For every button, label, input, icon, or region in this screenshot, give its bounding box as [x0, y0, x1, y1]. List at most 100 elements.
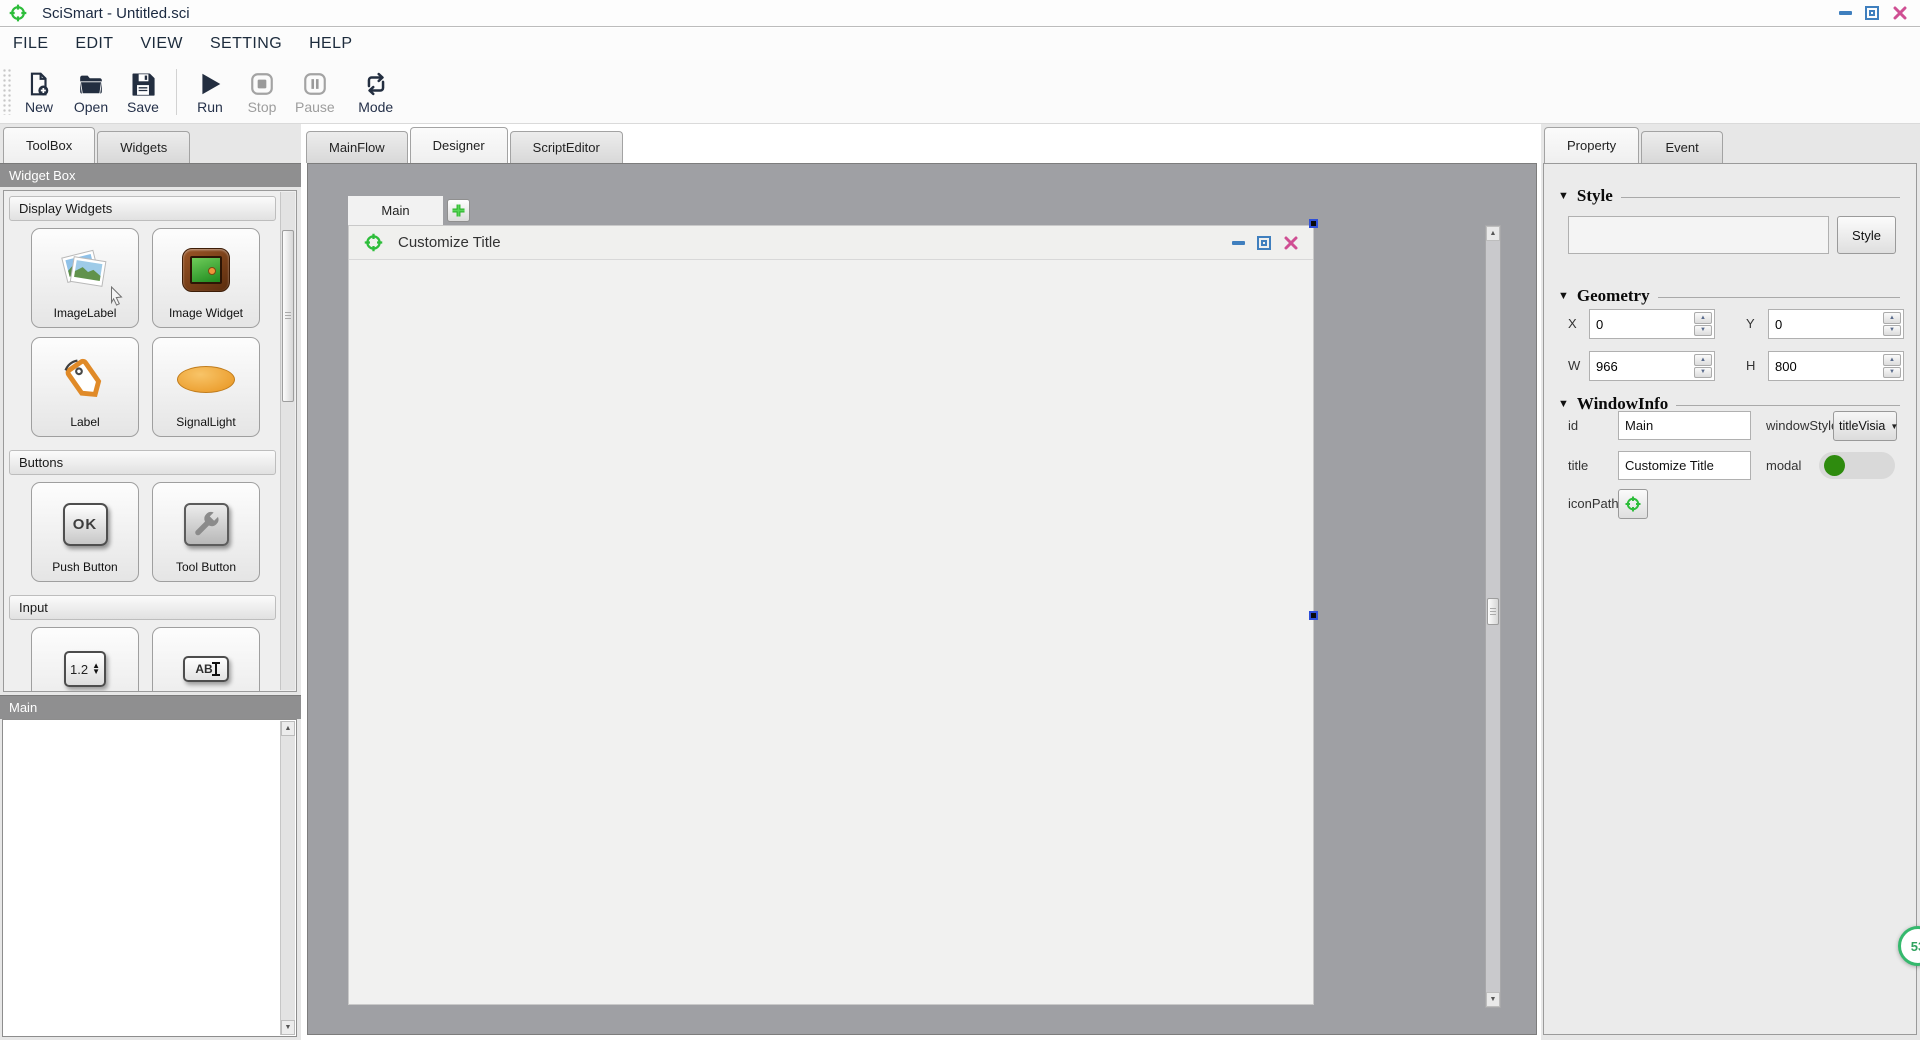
widget-imagelabel[interactable]: ImageLabel [31, 228, 139, 328]
property-panel: Property Event ▼ Style Style ▼ Geometry … [1541, 124, 1920, 1040]
canvas-scroll-down-icon[interactable]: ▼ [1486, 992, 1500, 1007]
style-button[interactable]: Style [1837, 216, 1896, 254]
spin-up-icon[interactable]: ▲ [1694, 354, 1712, 366]
section-rule [1658, 297, 1900, 298]
geometry-x-field[interactable]: ▲▼ [1589, 309, 1715, 339]
menu-help[interactable]: HELP [309, 35, 352, 53]
left-tab-row: ToolBox Widgets [3, 127, 190, 163]
window-minimize-button[interactable] [1839, 11, 1852, 15]
style-input[interactable] [1568, 216, 1829, 254]
id-input[interactable] [1618, 411, 1751, 440]
geometry-y-field[interactable]: ▲▼ [1768, 309, 1904, 339]
geometry-h-field[interactable]: ▲▼ [1768, 351, 1904, 381]
menubar: FILE EDIT VIEW SETTING HELP [0, 28, 1920, 60]
widget-toolbutton[interactable]: Tool Button [152, 482, 260, 582]
push-button-icon: OK [32, 493, 138, 555]
geometry-w-label: W [1568, 358, 1580, 373]
selection-handle-top-right[interactable] [1309, 219, 1318, 228]
widget-box-scrollbar[interactable] [280, 192, 295, 690]
mode-button[interactable]: Mode [353, 69, 399, 115]
style-section-header[interactable]: ▼ Style [1558, 186, 1900, 206]
menu-edit[interactable]: EDIT [75, 35, 113, 53]
geometry-y-input[interactable] [1769, 310, 1881, 338]
window-close-button[interactable] [1892, 5, 1908, 21]
spin-up-icon[interactable]: ▲ [1883, 312, 1901, 324]
new-button[interactable]: New [16, 69, 62, 115]
tab-mainflow[interactable]: MainFlow [306, 131, 408, 163]
spin-down-icon[interactable]: ▼ [1883, 325, 1901, 337]
chevron-down-icon: ▼ [1890, 422, 1898, 431]
tab-scripteditor[interactable]: ScriptEditor [510, 131, 623, 163]
tree-scroll-down-icon[interactable]: ▼ [281, 1020, 295, 1035]
spin-up-icon[interactable]: ▲ [1883, 354, 1901, 366]
modal-toggle[interactable] [1819, 452, 1895, 479]
collapse-caret-icon[interactable]: ▼ [1558, 190, 1569, 202]
tab-widgets[interactable]: Widgets [97, 131, 190, 163]
tab-event[interactable]: Event [1641, 131, 1723, 163]
stop-button[interactable]: Stop [239, 69, 285, 115]
menu-file[interactable]: FILE [13, 35, 48, 53]
save-button[interactable]: Save [120, 69, 166, 115]
tab-toolbox[interactable]: ToolBox [3, 127, 95, 163]
designer-window-body[interactable] [349, 260, 1313, 1005]
titlebar: SciSmart - Untitled.sci [0, 0, 1920, 27]
menu-setting[interactable]: SETTING [210, 35, 282, 53]
designer-minimize-button[interactable] [1232, 241, 1245, 245]
window-title: SciSmart - Untitled.sci [42, 5, 190, 22]
id-label: id [1568, 418, 1578, 433]
widget-pushbutton[interactable]: OK Push Button [31, 482, 139, 582]
widget-box-scroll-thumb[interactable] [282, 230, 294, 402]
collapse-caret-icon[interactable]: ▼ [1558, 290, 1569, 302]
add-window-button[interactable] [447, 199, 470, 222]
designer-window-titlebar[interactable]: Customize Title [349, 226, 1313, 260]
geometry-w-input[interactable] [1590, 352, 1692, 380]
iconpath-button[interactable] [1618, 489, 1648, 519]
canvas-scroll-thumb[interactable] [1487, 598, 1499, 625]
canvas-scrollbar[interactable]: ▲ ▼ [1485, 225, 1501, 1008]
open-button[interactable]: Open [68, 69, 114, 115]
spin-down-icon[interactable]: ▼ [1694, 325, 1712, 337]
menu-view[interactable]: VIEW [140, 35, 183, 53]
widget-spinbox[interactable]: 1.2▲▼ [31, 627, 139, 692]
pause-button[interactable]: Pause [291, 69, 339, 115]
toggle-knob [1824, 455, 1845, 476]
designer-canvas[interactable]: Main Customize Title [307, 163, 1537, 1035]
selection-handle-mid-right[interactable] [1309, 611, 1318, 620]
main-tree-panel[interactable]: ▲ ▼ [2, 719, 297, 1037]
spin-down-icon[interactable]: ▼ [1883, 367, 1901, 379]
tag-icon [32, 348, 138, 410]
title-input[interactable] [1618, 451, 1751, 480]
geometry-h-input[interactable] [1769, 352, 1881, 380]
geometry-x-input[interactable] [1590, 310, 1692, 338]
windowstyle-dropdown[interactable]: titleVisia ▼ [1833, 411, 1897, 441]
designer-maximize-button[interactable] [1257, 236, 1271, 250]
collapse-caret-icon[interactable]: ▼ [1558, 398, 1569, 410]
section-display-widgets[interactable]: Display Widgets [9, 196, 276, 221]
widget-lineedit[interactable]: AB [152, 627, 260, 692]
spin-up-icon[interactable]: ▲ [1694, 312, 1712, 324]
window-maximize-button[interactable] [1865, 6, 1879, 20]
tab-designer[interactable]: Designer [410, 127, 508, 163]
toolbar: New Open Save Run Stop [0, 60, 1920, 124]
canvas-scroll-up-icon[interactable]: ▲ [1486, 226, 1500, 241]
toolbar-grip[interactable] [2, 68, 13, 115]
widget-imagewidget[interactable]: Image Widget [152, 228, 260, 328]
display-widgets-grid: ImageLabel Image Widget [4, 226, 296, 445]
run-button[interactable]: Run [187, 69, 233, 115]
tree-scrollbar[interactable]: ▲ ▼ [280, 721, 295, 1035]
geometry-h-label: H [1746, 358, 1755, 373]
toolbar-separator [176, 69, 177, 115]
widget-label[interactable]: Label [31, 337, 139, 437]
tree-scroll-up-icon[interactable]: ▲ [281, 721, 295, 736]
geometry-section-header[interactable]: ▼ Geometry [1558, 286, 1900, 306]
widget-signallight[interactable]: SignalLight [152, 337, 260, 437]
tab-property[interactable]: Property [1544, 127, 1639, 163]
section-buttons[interactable]: Buttons [9, 450, 276, 475]
designer-window[interactable]: Customize Title [348, 225, 1314, 1005]
spin-down-icon[interactable]: ▼ [1694, 367, 1712, 379]
designer-close-button[interactable] [1283, 235, 1299, 251]
geometry-w-field[interactable]: ▲▼ [1589, 351, 1715, 381]
plus-icon [450, 202, 467, 219]
doc-tab-main[interactable]: Main [348, 196, 443, 225]
section-input[interactable]: Input [9, 595, 276, 620]
